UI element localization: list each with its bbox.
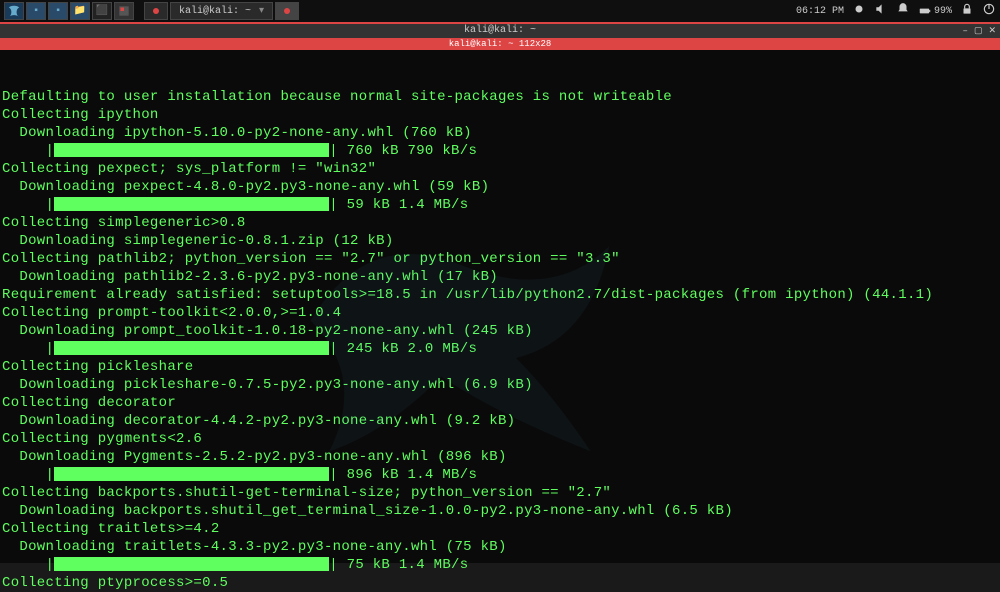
- terminal-line: || 245 kB 2.0 MB/s: [0, 340, 1000, 358]
- volume-icon[interactable]: [874, 2, 888, 20]
- clock[interactable]: 06:12 PM: [796, 6, 844, 17]
- progress-bar: [54, 197, 329, 211]
- terminal-line: Requirement already satisfied: setuptool…: [0, 286, 1000, 304]
- terminal-line: || 59 kB 1.4 MB/s: [0, 196, 1000, 214]
- terminal-line: Downloading simplegeneric-0.8.1.zip (12 …: [0, 232, 1000, 250]
- terminal-line: Collecting traitlets>=4.2: [0, 520, 1000, 538]
- minimize-icon[interactable]: –: [963, 24, 968, 38]
- taskbar-right: 06:12 PM 99%: [796, 2, 996, 20]
- close-icon[interactable]: ✕: [988, 24, 996, 38]
- terminal-tab-icon: [153, 8, 159, 14]
- terminal-line: Collecting simplegeneric>0.8: [0, 214, 1000, 232]
- terminal-line: || 760 kB 790 kB/s: [0, 142, 1000, 160]
- progress-bar: [54, 467, 329, 481]
- terminal-tab-icon: [284, 8, 290, 14]
- terminal-line: Collecting pickleshare: [0, 358, 1000, 376]
- text-editor-icon[interactable]: [114, 2, 134, 20]
- battery-icon[interactable]: 99%: [918, 4, 952, 18]
- window-subtitle-text: kali@kali: ~ 112x28: [449, 39, 552, 49]
- progress-bar: [54, 557, 329, 571]
- files-icon[interactable]: 📁: [70, 2, 90, 20]
- terminal-line: Collecting decorator: [0, 394, 1000, 412]
- lock-icon[interactable]: [960, 2, 974, 20]
- terminal-line: Collecting ptyprocess>=0.5: [0, 574, 1000, 592]
- terminal-output[interactable]: Defaulting to user installation because …: [0, 50, 1000, 563]
- separator: [136, 2, 142, 20]
- terminal-line: Collecting ipython: [0, 106, 1000, 124]
- terminal-line: Downloading backports.shutil_get_termina…: [0, 502, 1000, 520]
- terminal-line: Downloading pexpect-4.8.0-py2.py3-none-a…: [0, 178, 1000, 196]
- terminal-line: Downloading ipython-5.10.0-py2-none-any.…: [0, 124, 1000, 142]
- terminal-line: Collecting pygments<2.6: [0, 430, 1000, 448]
- taskbar-window-3[interactable]: [275, 2, 299, 20]
- record-icon[interactable]: [852, 2, 866, 20]
- terminal-line: Downloading pathlib2-2.3.6-py2.py3-none-…: [0, 268, 1000, 286]
- progress-bar: [54, 143, 329, 157]
- terminal-line: Collecting backports.shutil-get-terminal…: [0, 484, 1000, 502]
- terminal-line: Downloading decorator-4.4.2-py2.py3-none…: [0, 412, 1000, 430]
- terminal-line: Downloading traitlets-4.3.3-py2.py3-none…: [0, 538, 1000, 556]
- terminal-line: Collecting prompt-toolkit<2.0.0,>=1.0.4: [0, 304, 1000, 322]
- terminal-line: Defaulting to user installation because …: [0, 88, 1000, 106]
- taskbar-window-2[interactable]: kali@kali: ~ ▾: [170, 2, 273, 20]
- terminal-line: Downloading pickleshare-0.7.5-py2.py3-no…: [0, 376, 1000, 394]
- battery-percent: 99%: [934, 6, 952, 17]
- desktop2-icon[interactable]: ▪: [48, 2, 68, 20]
- window-subtitle: kali@kali: ~ 112x28: [0, 38, 1000, 50]
- window-title-text: kali@kali: ~: [464, 25, 536, 36]
- terminal-line: Collecting pexpect; sys_platform != "win…: [0, 160, 1000, 178]
- app-menu-icon[interactable]: [4, 2, 24, 20]
- taskbar: ▪ ▪ 📁 ⬛ kali@kali: ~ ▾ 06:12 PM: [0, 0, 1000, 22]
- maximize-icon[interactable]: ▢: [974, 24, 983, 38]
- window-titlebar[interactable]: kali@kali: ~ – ▢ ✕: [0, 24, 1000, 38]
- terminal-line: Downloading prompt_toolkit-1.0.18-py2-no…: [0, 322, 1000, 340]
- terminal-line: || 75 kB 1.4 MB/s: [0, 556, 1000, 574]
- terminal-line: Collecting pathlib2; python_version == "…: [0, 250, 1000, 268]
- taskbar-window-label: kali@kali: ~: [179, 6, 251, 17]
- power-icon[interactable]: [982, 2, 996, 20]
- terminal-line: Downloading Pygments-2.5.2-py2.py3-none-…: [0, 448, 1000, 466]
- taskbar-left: ▪ ▪ 📁 ⬛ kali@kali: ~ ▾: [4, 2, 299, 20]
- desktop1-icon[interactable]: ▪: [26, 2, 46, 20]
- notifications-icon[interactable]: [896, 2, 910, 20]
- terminal-line: || 896 kB 1.4 MB/s: [0, 466, 1000, 484]
- progress-bar: [54, 341, 329, 355]
- taskbar-window-1[interactable]: [144, 2, 168, 20]
- terminal-launcher-icon[interactable]: ⬛: [92, 2, 112, 20]
